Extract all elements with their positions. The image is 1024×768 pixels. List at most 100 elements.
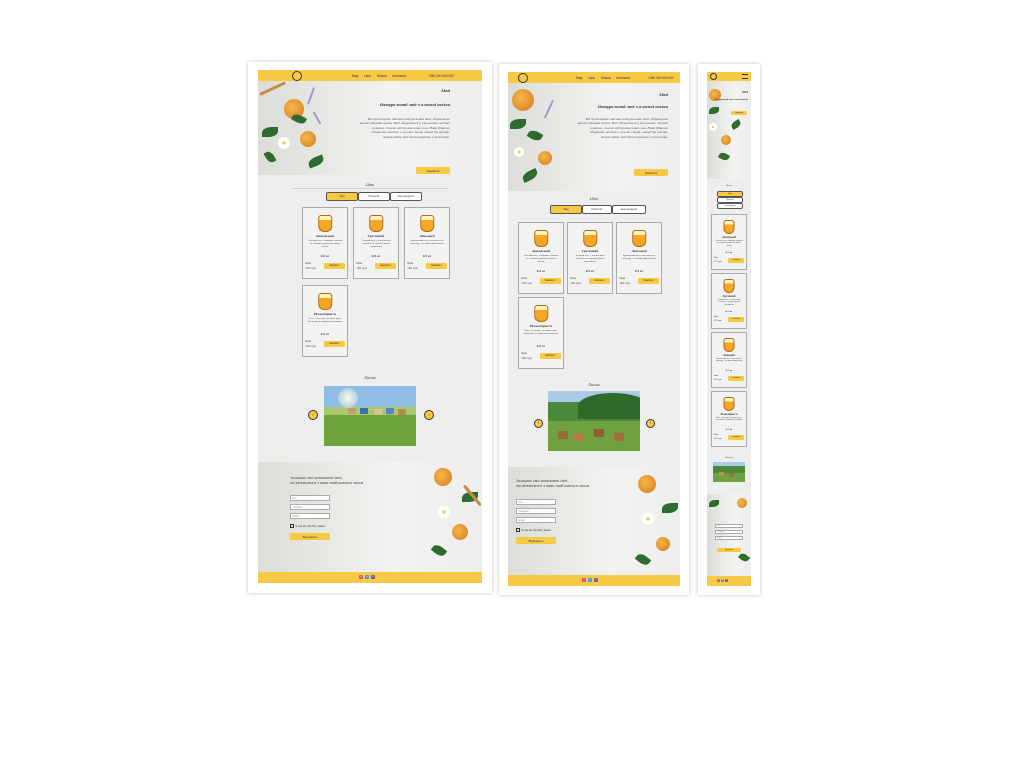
- order-product-button[interactable]: Замовити: [638, 278, 659, 284]
- product-price: 140 грн: [407, 266, 418, 270]
- nav-item[interactable]: Ціни: [588, 76, 595, 80]
- instagram-icon[interactable]: ◎: [582, 578, 586, 582]
- tab-propolis[interactable]: Прополіс: [358, 192, 390, 201]
- name-field[interactable]: Ім'я: [290, 495, 330, 501]
- email-field[interactable]: Email: [516, 517, 556, 523]
- honey-jar-icon: [534, 304, 548, 322]
- tab-other[interactable]: Інші продукти: [390, 192, 422, 201]
- order-product-button[interactable]: Замовити: [324, 263, 345, 269]
- checkbox-icon[interactable]: [290, 524, 294, 528]
- slider-prev-arrow[interactable]: ‹: [534, 419, 543, 428]
- nav-item[interactable]: Пасіка: [377, 74, 387, 78]
- honey-jar-icon: [723, 397, 735, 412]
- order-product-button[interactable]: Замовити: [540, 353, 561, 359]
- product-card: Гречаний Темний мед з насиченим смаком та…: [353, 207, 399, 279]
- product-weight: 0.5 кг: [725, 428, 733, 431]
- product-name: Різнотрав'я: [720, 412, 738, 416]
- viber-icon[interactable]: ✆: [594, 578, 598, 582]
- honey-jar-icon: [318, 292, 332, 310]
- order-product-button[interactable]: Замовити: [728, 435, 745, 440]
- telegram-icon[interactable]: ➤: [365, 575, 369, 579]
- nav-item[interactable]: Контакти: [616, 76, 629, 80]
- telegram-icon[interactable]: ➤: [721, 579, 724, 582]
- nav-item[interactable]: Пасіка: [601, 76, 611, 80]
- order-product-button[interactable]: Замовити: [426, 263, 447, 269]
- honey-jar-icon: [534, 229, 548, 247]
- phone-field[interactable]: Телефон: [715, 530, 743, 534]
- product-description: Ароматний мед золотистого кольору з легк…: [622, 254, 656, 261]
- order-button[interactable]: Замовити: [416, 167, 450, 174]
- phone-field[interactable]: Телефон: [516, 508, 556, 514]
- contact-form-title: Залиште свої контактні дані, ми зв'яжемо…: [290, 476, 363, 485]
- viber-icon[interactable]: ✆: [371, 575, 375, 579]
- social-links: ◎ ➤ ✆: [582, 578, 598, 582]
- bee-logo-icon[interactable]: [292, 71, 302, 81]
- contact-section: Залиште свої контактні дані, ми зв'яжемо…: [258, 462, 482, 572]
- nav-item[interactable]: Мед: [576, 76, 582, 80]
- phone-field[interactable]: Телефон: [290, 504, 330, 510]
- order-product-button[interactable]: Замовити: [375, 263, 396, 269]
- product-weight: 0.5 кг: [320, 255, 330, 259]
- nav-item[interactable]: Контакти: [392, 74, 405, 78]
- order-product-button[interactable]: Замовити: [728, 258, 745, 263]
- checkbox-icon[interactable]: [516, 528, 520, 532]
- order-product-button[interactable]: Замовити: [589, 278, 610, 284]
- honey-jar-icon: [723, 279, 735, 294]
- consent-checkbox[interactable]: Згода на обробку даних: [516, 528, 551, 532]
- slider-next-arrow[interactable]: ›: [424, 410, 434, 420]
- bee-logo-icon[interactable]: [518, 73, 528, 83]
- instagram-icon[interactable]: ◎: [717, 579, 720, 582]
- consent-checkbox[interactable]: Згода на обробку даних: [290, 524, 325, 528]
- product-description: Темний мед з насиченим смаком та характе…: [575, 254, 605, 263]
- product-weight: 0.5 кг: [725, 251, 733, 254]
- product-description: Мед з нектару лугових трав, багатий на к…: [308, 317, 342, 324]
- submit-button[interactable]: Відправити: [290, 533, 330, 540]
- tab-propolis[interactable]: Прополіс: [582, 205, 612, 214]
- name-field[interactable]: Ім'я: [516, 499, 556, 505]
- bee-logo-icon[interactable]: [710, 73, 717, 80]
- nav-item[interactable]: Ціни: [364, 74, 371, 78]
- leaf-image: [662, 503, 678, 513]
- email-field[interactable]: Email: [715, 536, 743, 540]
- header: [707, 72, 751, 81]
- phone-number[interactable]: +380 000 000 000: [428, 74, 454, 78]
- hero-title: Мед: [441, 89, 450, 93]
- order-button[interactable]: Замовити: [634, 169, 668, 176]
- tab-other[interactable]: Інші продукти: [717, 203, 743, 209]
- leaf-image: [709, 107, 719, 114]
- hero-title: Мед: [659, 93, 668, 97]
- product-name: Липовий: [723, 353, 735, 357]
- instagram-icon[interactable]: ◎: [359, 575, 363, 579]
- product-name: Липовий: [419, 234, 435, 239]
- product-card: Акацієвий Світлий мед з ніжним смаком та …: [518, 222, 564, 294]
- telegram-icon[interactable]: ➤: [588, 578, 592, 582]
- order-product-button[interactable]: Замовити: [324, 341, 345, 347]
- order-button[interactable]: Замовити: [731, 111, 747, 115]
- product-price: 120 грн: [521, 356, 532, 360]
- honey-jar-icon: [632, 229, 646, 247]
- order-product-button[interactable]: Замовити: [540, 278, 561, 284]
- honey-jar-image: [434, 468, 452, 486]
- nav-item[interactable]: Мед: [352, 74, 358, 78]
- order-product-button[interactable]: Замовити: [728, 376, 745, 381]
- product-weight: 0.5 кг: [536, 270, 546, 274]
- tab-other[interactable]: Інші продукти: [612, 205, 646, 214]
- viber-icon[interactable]: ✆: [725, 579, 728, 582]
- tab-honey[interactable]: Мед: [550, 205, 582, 214]
- product-name: Різнотрав'я: [314, 312, 336, 317]
- slider-next-arrow[interactable]: ›: [646, 419, 655, 428]
- name-field[interactable]: Ім'я: [715, 524, 743, 528]
- lavender-image: [306, 87, 316, 105]
- submit-button[interactable]: Відправити: [516, 537, 556, 544]
- leaf-image: [526, 128, 544, 143]
- submit-button[interactable]: Відправити: [717, 548, 741, 552]
- product-card: Акацієвий Світлий мед з ніжним смаком та …: [302, 207, 348, 279]
- email-field[interactable]: Email: [290, 513, 330, 519]
- order-product-button[interactable]: Замовити: [728, 317, 745, 322]
- tab-honey[interactable]: Мед: [326, 192, 358, 201]
- price-label: Ціна: [305, 262, 311, 266]
- slider-prev-arrow[interactable]: ‹: [308, 410, 318, 420]
- price-label: Ціна: [713, 375, 719, 378]
- phone-number[interactable]: +380 000 000 000: [648, 76, 674, 80]
- burger-menu-icon[interactable]: [742, 74, 748, 79]
